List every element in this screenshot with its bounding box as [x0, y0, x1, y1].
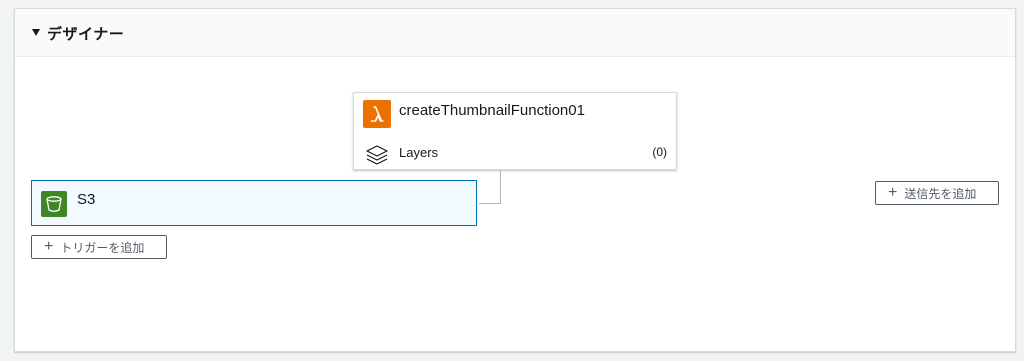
caret-down-icon[interactable]	[32, 29, 40, 36]
function-card[interactable]: createThumbnailFunction01 Layers (0)	[353, 92, 677, 170]
trigger-connector	[479, 170, 501, 204]
layers-label[interactable]: Layers	[399, 145, 438, 160]
trigger-name: S3	[77, 191, 96, 208]
add-destination-label: 送信先を追加	[904, 186, 977, 201]
add-trigger-button[interactable]: + トリガーを追加	[31, 235, 167, 259]
add-destination-button[interactable]: + 送信先を追加	[875, 181, 999, 205]
designer-header[interactable]: デザイナー	[15, 9, 1015, 57]
function-name[interactable]: createThumbnailFunction01	[399, 102, 585, 119]
add-trigger-label: トリガーを追加	[60, 240, 145, 255]
trigger-card-s3[interactable]: S3	[31, 180, 477, 226]
layers-count: (0)	[652, 145, 667, 159]
s3-bucket-icon	[41, 191, 67, 217]
panel-title: デザイナー	[47, 26, 125, 43]
plus-icon: +	[888, 184, 898, 201]
layers-icon	[365, 142, 389, 166]
lambda-icon	[363, 100, 391, 128]
plus-icon: +	[44, 238, 54, 255]
